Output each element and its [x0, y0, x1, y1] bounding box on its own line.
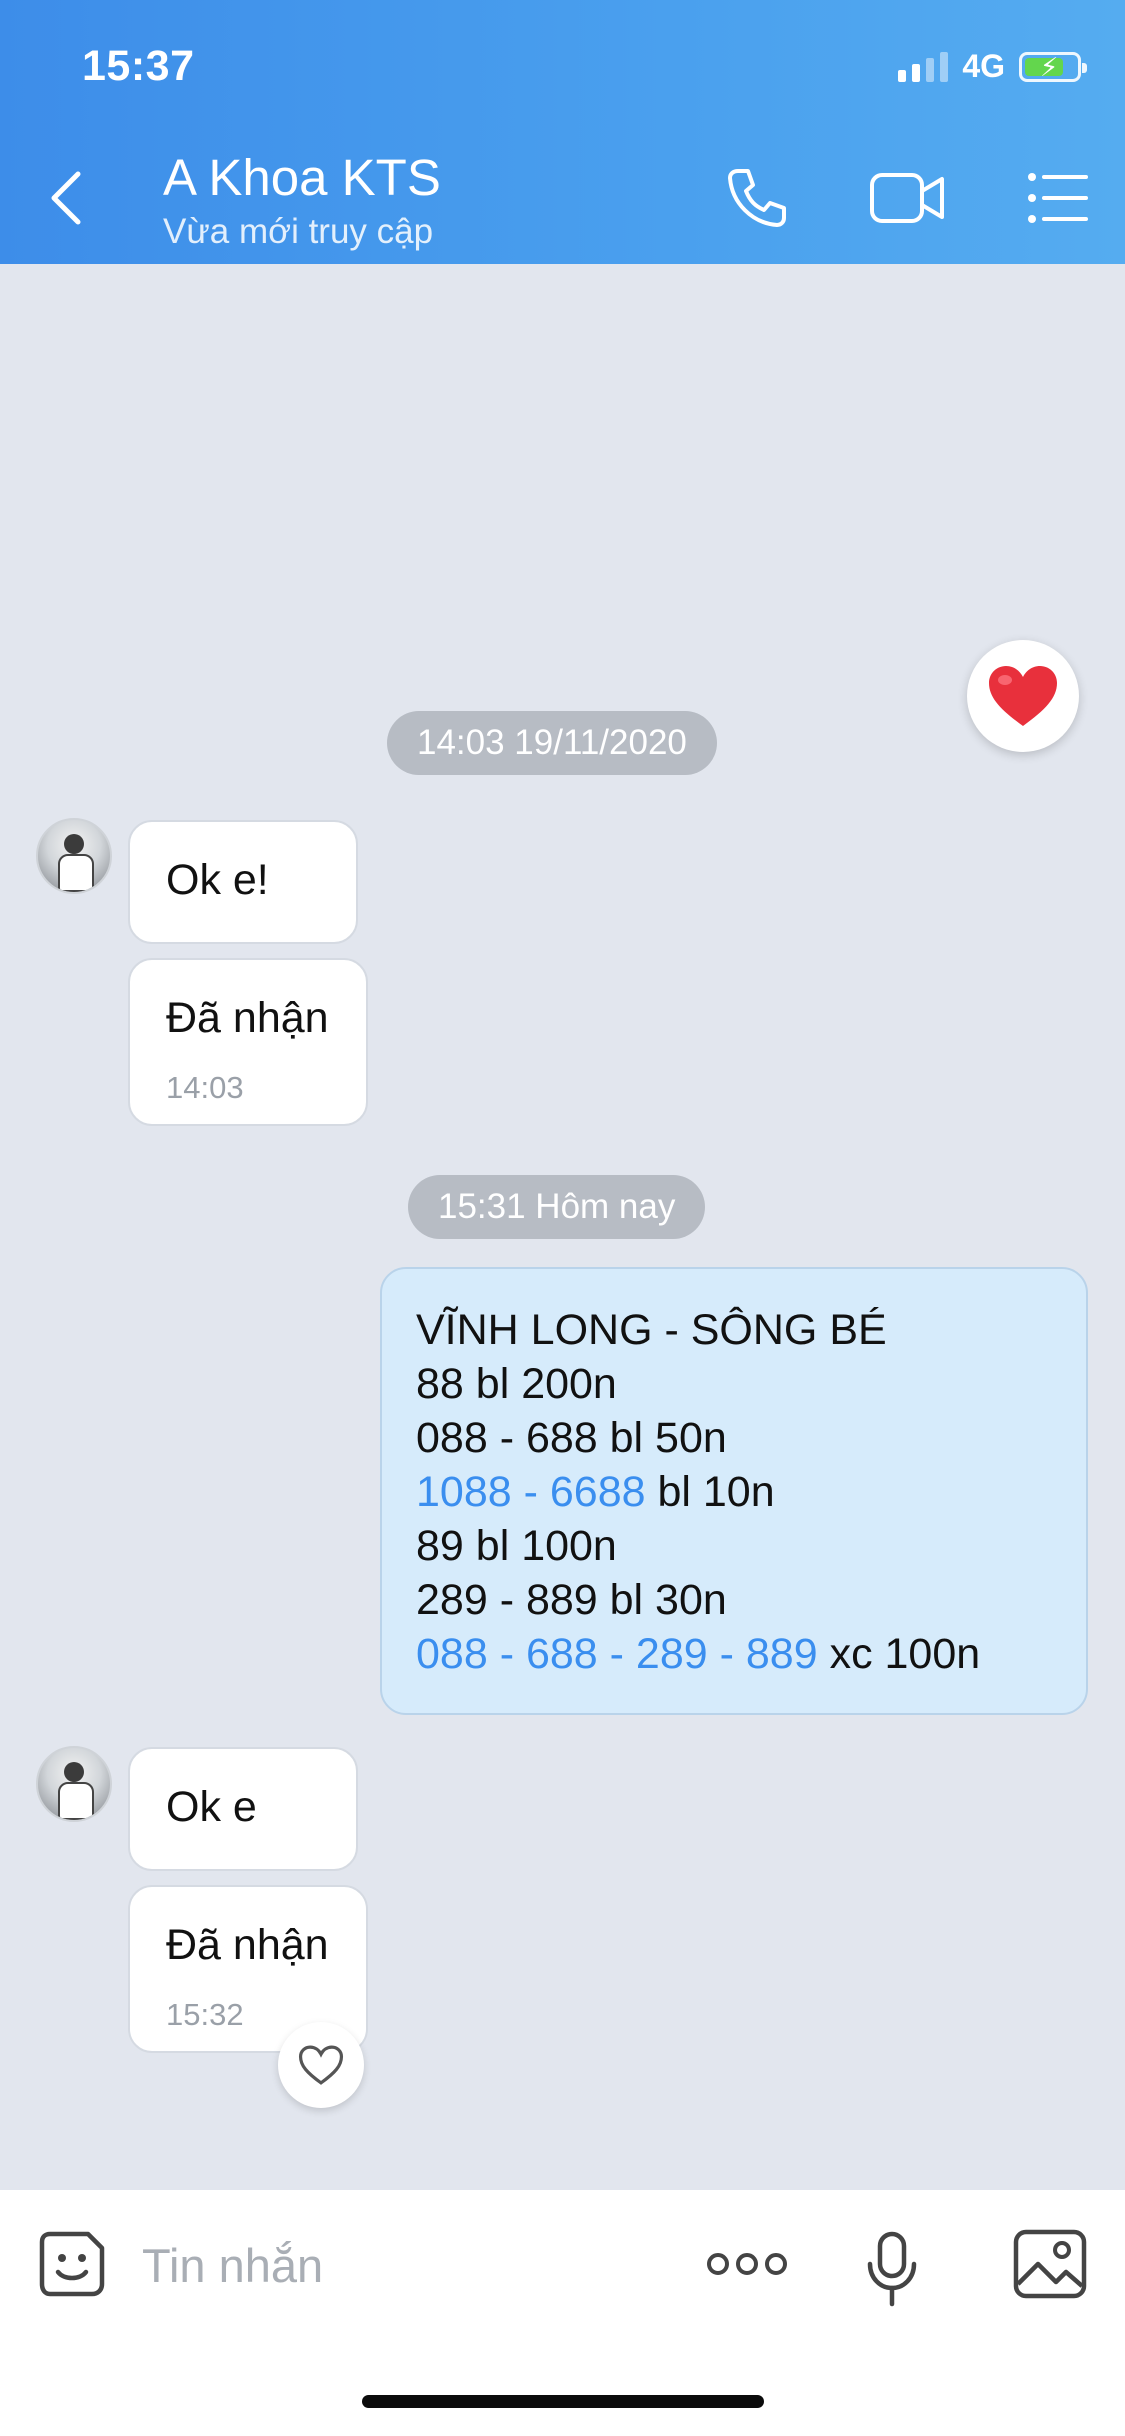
- message-time: 15:32: [166, 1997, 244, 2032]
- chevron-left-icon[interactable]: [46, 168, 86, 228]
- list-menu-icon[interactable]: [1026, 165, 1090, 231]
- heart-icon: [989, 666, 1057, 726]
- avatar[interactable]: [36, 1746, 112, 1822]
- battery-icon: ⚡: [1019, 51, 1087, 82]
- message-text: Đã nhận: [166, 994, 329, 1042]
- contact-name[interactable]: A Khoa KTS: [163, 148, 441, 207]
- video-camera-icon[interactable]: [868, 165, 948, 231]
- message-line: 289 - 889 bl 30n: [416, 1576, 727, 1624]
- sticker-face-icon[interactable]: [36, 2228, 108, 2300]
- incoming-message[interactable]: Ok e: [128, 1747, 358, 1871]
- network-type: 4G: [962, 48, 1005, 84]
- message-line: VĨNH LONG - SÔNG BÉ: [416, 1306, 887, 1354]
- reaction-heart-button[interactable]: [967, 640, 1079, 752]
- status-time: 15:37: [82, 42, 195, 90]
- message-line: 1088 - 6688 bl 10n: [416, 1465, 1086, 1519]
- message-input[interactable]: Tin nhắn: [142, 2238, 323, 2293]
- message-line: 89 bl 100n: [416, 1522, 617, 1570]
- message-text: Đã nhận: [166, 1921, 329, 1969]
- message-line: 88 bl 200n: [416, 1360, 617, 1408]
- react-heart-button[interactable]: [278, 2022, 364, 2108]
- image-icon[interactable]: [1012, 2228, 1088, 2300]
- message-text: bl 10n: [645, 1468, 775, 1516]
- incoming-message[interactable]: Đã nhận 14:03: [128, 958, 368, 1126]
- date-separator: 14:03 19/11/2020: [387, 711, 717, 775]
- avatar[interactable]: [36, 818, 112, 894]
- date-separator: 15:31 Hôm nay: [408, 1175, 706, 1239]
- more-dots-icon[interactable]: [706, 2250, 788, 2278]
- home-indicator: [362, 2395, 764, 2408]
- message-text: xc 100n: [817, 1630, 981, 1678]
- message-line: 088 - 688 bl 50n: [416, 1414, 727, 1462]
- phone-number-link[interactable]: 1088 - 6688: [416, 1468, 646, 1516]
- last-seen-status: Vừa mới truy cập: [163, 212, 434, 251]
- status-indicators: 4G ⚡: [898, 48, 1087, 85]
- outgoing-message[interactable]: VĨNH LONG - SÔNG BÉ 88 bl 200n 088 - 688…: [380, 1267, 1088, 1715]
- microphone-icon[interactable]: [866, 2230, 918, 2308]
- phone-icon[interactable]: [724, 165, 790, 231]
- message-text: Ok e!: [166, 856, 269, 904]
- message-time: 14:03: [166, 1070, 244, 1105]
- phone-number-link[interactable]: 088 - 688 - 289 - 889: [416, 1630, 818, 1678]
- message-line: 088 - 688 - 289 - 889 xc 100n: [416, 1627, 1086, 1681]
- incoming-message[interactable]: Ok e!: [128, 820, 358, 944]
- signal-icon: [898, 51, 949, 82]
- chat-header: 15:37 4G ⚡ A Khoa KTS Vừa mới truy cập: [0, 0, 1125, 264]
- heart-outline-icon: [298, 2045, 344, 2085]
- message-text: Ok e: [166, 1783, 257, 1831]
